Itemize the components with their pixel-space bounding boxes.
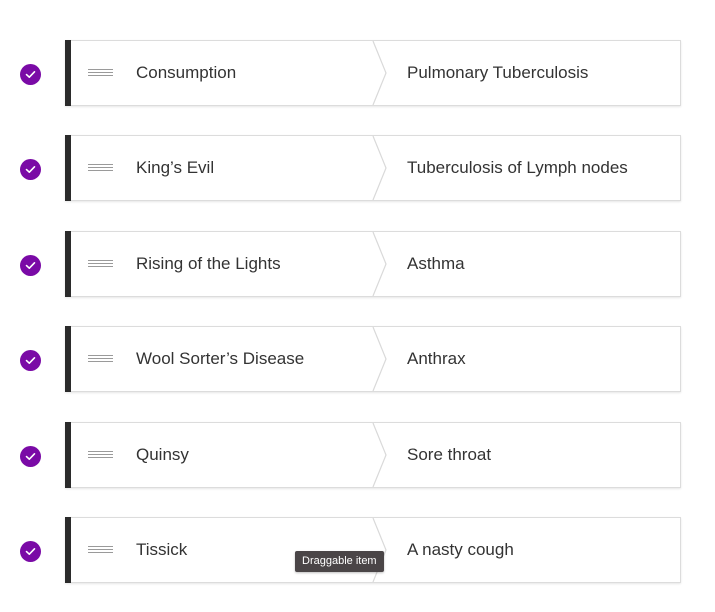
match-label: Pulmonary Tuberculosis (407, 63, 589, 82)
term-label[interactable]: Tissick (136, 518, 187, 582)
check-circle-icon (20, 255, 41, 276)
drag-handle-icon[interactable] (88, 164, 113, 173)
match-card[interactable]: Quinsy Sore throat (65, 422, 681, 488)
card-accent-bar (65, 422, 71, 488)
card-accent-bar (65, 135, 71, 201)
match-card[interactable]: Consumption Pulmonary Tuberculosis (65, 40, 681, 106)
check-circle-icon (20, 350, 41, 371)
match-label: Asthma (407, 254, 465, 273)
chevron-divider (372, 518, 388, 582)
card-accent-bar (65, 517, 71, 583)
term-label[interactable]: Wool Sorter’s Disease (136, 327, 304, 391)
drag-handle-icon[interactable] (88, 355, 113, 364)
match-card[interactable]: Rising of the Lights Asthma (65, 231, 681, 297)
drag-handle-icon[interactable] (88, 546, 113, 555)
chevron-divider (372, 136, 388, 200)
drag-handle-icon[interactable] (88, 260, 113, 269)
term-label[interactable]: King’s Evil (136, 136, 214, 200)
match-row: Tissick A nasty cough (0, 517, 715, 583)
drag-handle-icon[interactable] (88, 451, 113, 460)
draggable-tooltip: Draggable item (295, 551, 384, 572)
match-label: Anthrax (407, 349, 466, 368)
match-label: Tuberculosis of Lymph nodes (407, 158, 628, 177)
chevron-divider (372, 327, 388, 391)
term-label[interactable]: Consumption (136, 41, 236, 105)
check-circle-icon (20, 541, 41, 562)
match-row: Wool Sorter’s Disease Anthrax (0, 326, 715, 392)
match-card[interactable]: Wool Sorter’s Disease Anthrax (65, 326, 681, 392)
card-accent-bar (65, 40, 71, 106)
match-row: Rising of the Lights Asthma (0, 231, 715, 297)
chevron-divider (372, 423, 388, 487)
match-row: Quinsy Sore throat (0, 422, 715, 488)
match-row: King’s Evil Tuberculosis of Lymph nodes (0, 135, 715, 201)
term-label[interactable]: Quinsy (136, 423, 189, 487)
match-label: Sore throat (407, 445, 492, 464)
card-accent-bar (65, 326, 71, 392)
match-card[interactable]: King’s Evil Tuberculosis of Lymph nodes (65, 135, 681, 201)
drag-handle-icon[interactable] (88, 69, 113, 78)
match-card[interactable]: Tissick A nasty cough (65, 517, 681, 583)
card-accent-bar (65, 231, 71, 297)
check-circle-icon (20, 159, 41, 180)
match-label: A nasty cough (407, 540, 514, 559)
term-label[interactable]: Rising of the Lights (136, 232, 281, 296)
match-row: Consumption Pulmonary Tuberculosis (0, 40, 715, 106)
chevron-divider (372, 232, 388, 296)
chevron-divider (372, 41, 388, 105)
check-circle-icon (20, 64, 41, 85)
check-circle-icon (20, 446, 41, 467)
